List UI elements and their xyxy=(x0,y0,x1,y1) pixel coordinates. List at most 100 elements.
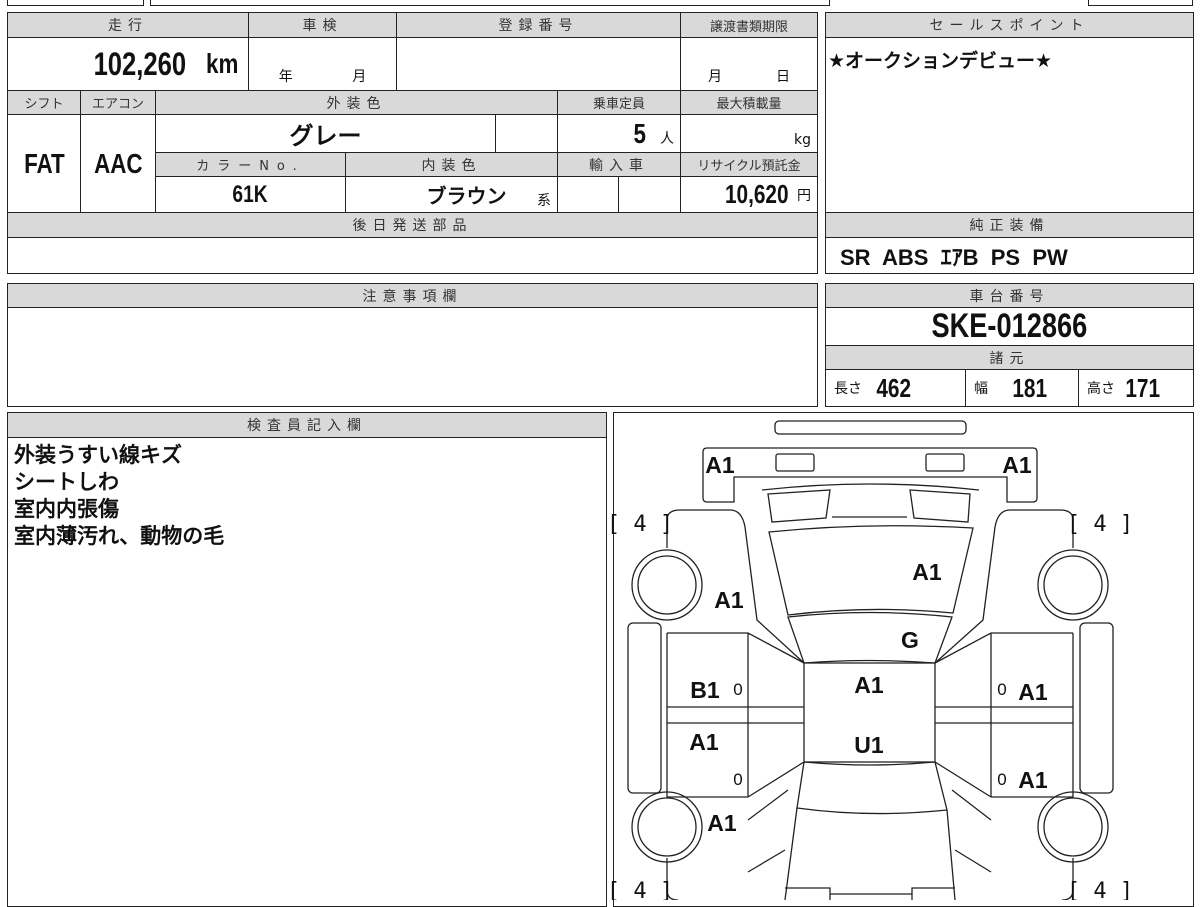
registration-label: 登録番号 xyxy=(396,12,681,38)
doc-deadline-label: 譲渡書類期限 xyxy=(680,12,818,38)
windshield-shape xyxy=(787,611,953,664)
later-parts-label: 後日発送部品 xyxy=(7,212,818,238)
shift-label: シフト xyxy=(7,90,81,115)
exterior-color-extra xyxy=(495,114,558,153)
exterior-color-value: グレー xyxy=(289,123,362,150)
color-no-field: 61K xyxy=(155,176,346,213)
length-label: 長さ xyxy=(834,381,862,397)
label-front-door-left: B1 xyxy=(690,677,720,703)
label-front-bumper-left: A1 xyxy=(705,452,735,478)
capacity-value: 5 xyxy=(633,117,647,149)
chassis-label: 車台番号 xyxy=(825,283,1194,308)
registration-field xyxy=(396,37,681,91)
max-load-label: 最大積載量 xyxy=(680,90,818,115)
aircon-field: AAC xyxy=(80,114,156,213)
mileage-value: 102,260 xyxy=(93,45,186,82)
left-grille-shape xyxy=(775,453,815,472)
height-field: 高さ 171 xyxy=(1078,369,1194,407)
inspection-month: 月 xyxy=(352,69,367,85)
label-hood: A1 xyxy=(912,559,942,585)
recycle-value: 10,620 xyxy=(725,179,790,209)
top-strip-cell xyxy=(150,0,830,6)
width-label: 幅 xyxy=(974,381,988,397)
top-strip-cell xyxy=(1088,0,1193,6)
front-bumper-shape xyxy=(774,420,967,435)
interior-color-suffix: 系 xyxy=(537,193,551,209)
interior-color-field: ブラウン 系 xyxy=(345,176,558,213)
length-value: 462 xyxy=(876,372,912,403)
front-end-shape xyxy=(702,447,1038,503)
equipment-text: SR ABS ｴｱB PS PW xyxy=(840,244,1068,270)
inspector-line: シートしわ xyxy=(14,470,119,494)
label-rear-door-right: A1 xyxy=(1018,767,1048,793)
exterior-color-field: グレー xyxy=(155,114,496,153)
tire-fr-label: [ 4 ] xyxy=(1067,512,1133,537)
recycle-unit: 円 xyxy=(797,187,811,204)
left-headlight-shape xyxy=(767,489,831,523)
wheel-rl xyxy=(631,791,703,863)
deadline-month: 月 xyxy=(708,69,722,85)
import-field-2 xyxy=(618,176,681,213)
inspector-notes: 外装うすい線キズ シートしわ 室内内張傷 室内薄汚れ、動物の毛 xyxy=(7,437,607,907)
wheel-fr xyxy=(1037,549,1109,621)
inspector-line: 室内薄汚れ、動物の毛 xyxy=(14,524,225,548)
hood-edge xyxy=(761,483,980,491)
length-field: 長さ 462 xyxy=(825,369,966,407)
right-front-fender-shape xyxy=(934,509,1074,664)
right-sill-shape xyxy=(1079,622,1114,794)
label-rear-door-left: A1 xyxy=(689,729,719,755)
height-value: 171 xyxy=(1125,372,1161,403)
sales-point-label: セールスポイント xyxy=(825,12,1194,38)
mileage-label: 走行 xyxy=(7,12,249,38)
label-front-fender-left: A1 xyxy=(714,587,744,613)
height-label: 高さ xyxy=(1087,381,1115,397)
exterior-color-label: 外装色 xyxy=(155,90,558,115)
capacity-field: 5 人 xyxy=(557,114,681,153)
interior-color-label: 内装色 xyxy=(345,152,558,177)
rear-bumper-shape xyxy=(785,887,955,900)
label-roof-front: A1 xyxy=(854,672,884,698)
aircon-label: エアコン xyxy=(80,90,156,115)
color-no-value: 61K xyxy=(232,180,269,208)
capacity-unit: 人 xyxy=(660,131,674,147)
doc-deadline-field: 月 日 xyxy=(680,37,818,91)
zero-mark: 0 xyxy=(733,770,742,789)
left-sill-shape xyxy=(627,622,662,794)
label-front-door-right: A1 xyxy=(1018,679,1048,705)
deadline-day: 日 xyxy=(776,69,790,85)
zero-mark: 0 xyxy=(997,770,1006,789)
interior-color-value: ブラウン xyxy=(426,186,507,208)
notes-label: 注意事項欄 xyxy=(7,283,818,308)
inspection-year: 年 xyxy=(278,69,293,85)
import-label: 輸入車 xyxy=(557,152,681,177)
label-windshield: G xyxy=(901,627,919,653)
chassis-value: SKE-012866 xyxy=(931,307,1088,345)
max-load-field: kg xyxy=(680,114,818,153)
wheel-rr xyxy=(1037,791,1109,863)
specs-label: 諸元 xyxy=(825,345,1194,370)
label-roof-rear: U1 xyxy=(854,732,884,758)
label-rear-fender-left: A1 xyxy=(707,810,737,836)
wheel-fl xyxy=(631,549,703,621)
top-strip-cell xyxy=(7,0,144,6)
width-field: 幅 181 xyxy=(965,369,1079,407)
shift-value: FAT xyxy=(23,147,65,179)
width-value: 181 xyxy=(1012,372,1048,403)
tire-rl-label: [ 4 ] xyxy=(610,879,673,900)
aircon-value: AAC xyxy=(93,147,143,179)
zero-mark: 0 xyxy=(733,680,742,699)
mileage-field: 102,260 km xyxy=(7,37,249,91)
import-field-1 xyxy=(557,176,619,213)
max-load-unit: kg xyxy=(794,132,811,148)
later-parts-field xyxy=(7,237,818,274)
inspector-label: 検査員記入欄 xyxy=(7,412,607,438)
mileage-unit: km xyxy=(205,48,238,79)
inspector-line: 外装うすい線キズ xyxy=(14,443,182,467)
equipment-label: 純正装備 xyxy=(825,212,1194,238)
right-headlight-shape xyxy=(909,489,971,523)
chassis-field: SKE-012866 xyxy=(825,307,1194,346)
sales-point-value: ★オークションデビュー★ xyxy=(825,37,1194,213)
zero-mark: 0 xyxy=(997,680,1006,699)
rear-window-shape xyxy=(796,761,948,815)
color-no-label: カラーNo. xyxy=(155,152,346,177)
